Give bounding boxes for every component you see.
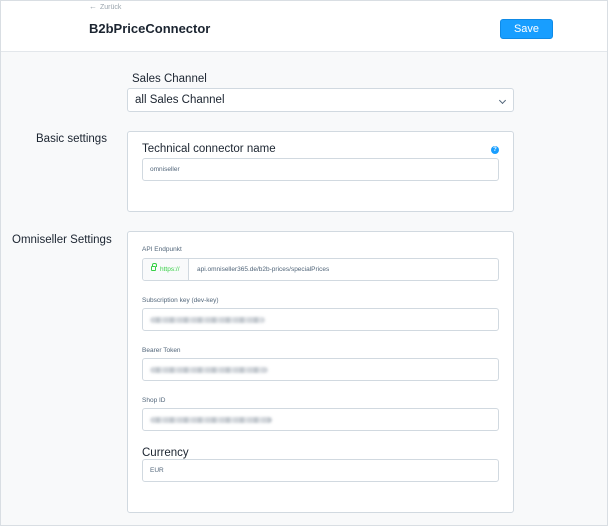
sales-channel-select[interactable]: all Sales Channel — [127, 88, 514, 112]
shop-id-label: Shop ID — [142, 397, 166, 404]
api-endpoint-value: api.omniseller365.de/b2b-prices/specialP… — [197, 266, 330, 273]
chevron-down-icon — [498, 96, 507, 105]
redacted-value — [150, 417, 272, 423]
basic-settings-label: Basic settings — [36, 133, 107, 145]
lock-icon — [151, 263, 157, 271]
redacted-value — [150, 367, 268, 373]
redacted-value — [150, 317, 265, 323]
back-link[interactable]: ← Zurück — [89, 3, 121, 11]
currency-input[interactable]: EUR — [142, 459, 499, 482]
subscription-key-label: Subscription key (dev-key) — [142, 297, 219, 304]
help-circle-icon[interactable]: ? — [491, 146, 499, 154]
connector-name-value: omniseller — [150, 166, 180, 173]
arrow-left-icon: ← — [89, 2, 97, 11]
top-bar: ← Zurück B2bPriceConnector Save — [0, 0, 608, 52]
api-endpoint-input[interactable]: https:// api.omniseller365.de/b2b-prices… — [142, 258, 499, 281]
currency-label: Currency — [142, 447, 189, 459]
shop-id-input[interactable] — [142, 408, 499, 431]
back-label: Zurück — [100, 3, 122, 11]
sales-channel-label: Sales Channel — [132, 73, 207, 85]
save-button[interactable]: Save — [500, 19, 553, 39]
bearer-token-input[interactable] — [142, 358, 499, 381]
url-prefix: https:// — [143, 259, 189, 280]
currency-value: EUR — [150, 467, 164, 474]
api-endpoint-label: API Endpunkt — [142, 246, 182, 253]
connector-name-input[interactable]: omniseller — [142, 158, 499, 181]
url-prefix-text: https:// — [160, 266, 180, 273]
bearer-token-label: Bearer Token — [142, 347, 181, 354]
omniseller-settings-label: Omniseller Settings — [12, 234, 112, 246]
connector-name-label: Technical connector name — [142, 143, 276, 155]
subscription-key-input[interactable] — [142, 308, 499, 331]
page-title: B2bPriceConnector — [89, 21, 211, 36]
sales-channel-value: all Sales Channel — [135, 94, 225, 106]
